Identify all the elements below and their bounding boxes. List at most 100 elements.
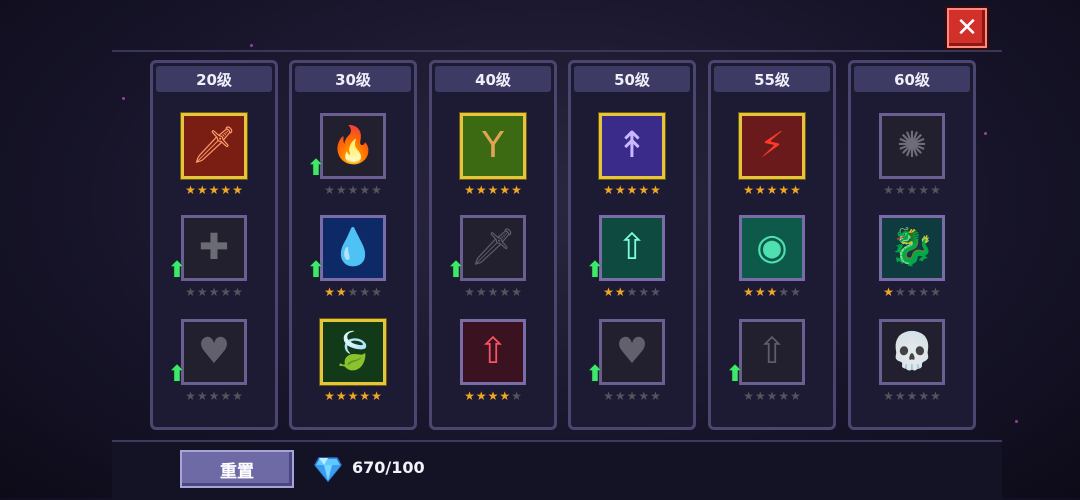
star-icon: ★ [930,183,941,197]
skill-slot[interactable]: 💧 ★ ★ ★ ★ ★ ⬆ [307,215,388,305]
skill-slot[interactable]: ⇧ ★ ★ ★ ★ ★ ⬆ [586,215,667,305]
skill-slot[interactable]: ✺ ★ ★ ★ ★ ★ [877,113,947,203]
lightning-icon: ⚡ [759,125,785,166]
star-icon: ★ [232,389,243,403]
star-icon: ★ [475,183,487,197]
star-icon: ★ [499,183,511,197]
skill-icon-frame: 🐉 [879,215,945,281]
skill-slot[interactable]: Y ★ ★ ★ ★ ★ [458,113,528,203]
star-icon: ★ [778,389,790,403]
star-icon: ★ [790,389,801,403]
star-icon: ★ [626,389,638,403]
star-icon: ★ [766,183,778,197]
skill-stars: ★ ★ ★ ★ ★ [458,389,528,403]
skill-slot[interactable]: ⇧ ★ ★ ★ ★ ★ ⬆ [726,319,807,409]
star-icon: ★ [614,285,626,299]
skill-slot[interactable]: 🍃 ★ ★ ★ ★ ★ [318,319,388,409]
star-icon: ★ [335,183,347,197]
star-icon: ★ [894,285,906,299]
star-icon: ★ [347,183,359,197]
star-icon: ★ [894,183,906,197]
skill-icon-frame: ⇧ [460,319,526,385]
star-icon: ★ [220,285,232,299]
upgrade-arrow-icon: ⬆ [585,362,605,387]
upgrade-arrow-icon: ⬆ [306,258,326,283]
skill-column: 55级 ⚡ ★ ★ ★ ★ ★ ◉ ★ ★ ★ ★ ★ ⇧ ★ ★ ★ ★ ★ ⬆ [708,60,836,430]
skill-stars: ★ ★ ★ ★ ★ [597,389,667,403]
skill-slot[interactable]: ⇧ ★ ★ ★ ★ ★ [458,319,528,409]
skill-icon-frame: ⇧ [599,215,665,281]
skill-icon-frame: ♥ [181,319,247,385]
skill-icon-frame: ✚ [181,215,247,281]
star-icon: ★ [464,389,475,403]
heart-icon: ♥ [615,331,649,372]
skill-slot[interactable]: ✚ ★ ★ ★ ★ ★ ⬆ [168,215,249,305]
star-icon: ★ [487,389,499,403]
star-icon: ★ [371,285,382,299]
star-icon: ★ [614,389,626,403]
skill-column: 20级 🗡 ★ ★ ★ ★ ★ ✚ ★ ★ ★ ★ ★ ⬆ ♥ ★ ★ ★ ★ ★ ⬆ [150,60,278,430]
star-icon: ★ [196,285,208,299]
star-icon: ★ [918,285,930,299]
star-icon: ★ [359,183,371,197]
skill-slot[interactable]: ♥ ★ ★ ★ ★ ★ ⬆ [586,319,667,409]
star-icon: ★ [778,285,790,299]
level-header: 50级 [574,66,690,92]
skill-slot[interactable]: ↟ ★ ★ ★ ★ ★ [597,113,667,203]
diamond-icon [314,457,342,482]
star-icon: ★ [487,183,499,197]
skill-slot[interactable]: 🐉 ★ ★ ★ ★ ★ [877,215,947,305]
shield-cross-icon: ✚ [198,227,230,268]
skill-icon-frame: ⇧ [739,319,805,385]
star-icon: ★ [930,285,941,299]
star-icon: ★ [603,183,614,197]
skill-icon-frame: 🗡 [460,215,526,281]
skill-slot[interactable]: 🗡 ★ ★ ★ ★ ★ ⬆ [447,215,528,305]
upgrade-arrow-icon: ⬆ [167,362,187,387]
star-icon: ★ [475,389,487,403]
arrows-rain-icon: ↟ [616,125,648,166]
fire-drop-icon: 🔥 [330,125,376,166]
upgrade-arrow-icon: ⬆ [725,362,745,387]
star-icon: ★ [335,285,347,299]
close-button[interactable]: ✕ [947,8,987,48]
star-icon: ★ [790,183,801,197]
skill-stars: ★ ★ ★ ★ ★ [737,389,807,403]
skill-slot[interactable]: 🔥 ★ ★ ★ ★ ★ ⬆ [307,113,388,203]
star-icon: ★ [232,285,243,299]
skill-stars: ★ ★ ★ ★ ★ [318,389,388,403]
skill-stars: ★ ★ ★ ★ ★ [179,285,249,299]
leaf-icon: 🍃 [330,331,376,372]
star-icon: ★ [499,285,511,299]
star-icon: ★ [196,183,208,197]
star-icon: ★ [754,285,766,299]
level-header: 60级 [854,66,970,92]
star-icon: ★ [499,389,511,403]
star-icon: ★ [650,183,661,197]
star-icon: ★ [883,285,894,299]
skill-slot[interactable]: ◉ ★ ★ ★ ★ ★ [737,215,807,305]
skill-column: 40级 Y ★ ★ ★ ★ ★ 🗡 ★ ★ ★ ★ ★ ⬆ ⇧ ★ ★ ★ ★ ★ [429,60,557,430]
skill-stars: ★ ★ ★ ★ ★ [458,183,528,197]
skill-slot[interactable]: ♥ ★ ★ ★ ★ ★ ⬆ [168,319,249,409]
upgrade-arrow-icon: ⬆ [306,156,326,181]
arrow-up-icon: ⇧ [616,227,648,268]
upgrade-arrow-icon: ⬆ [585,258,605,283]
star-icon: ★ [464,285,475,299]
star-icon: ★ [208,389,220,403]
star-icon: ★ [347,285,359,299]
star-icon: ★ [475,285,487,299]
skill-slot[interactable]: 💀 ★ ★ ★ ★ ★ [877,319,947,409]
skill-column: 60级 ✺ ★ ★ ★ ★ ★ 🐉 ★ ★ ★ ★ ★ 💀 ★ ★ ★ ★ ★ [848,60,976,430]
skill-stars: ★ ★ ★ ★ ★ [877,183,947,197]
skill-icon-frame: ♥ [599,319,665,385]
skill-slot[interactable]: ⚡ ★ ★ ★ ★ ★ [737,113,807,203]
reset-button[interactable]: 重置 [180,450,294,488]
slingshot-icon: Y [482,125,504,166]
star-icon: ★ [196,389,208,403]
star-icon: ★ [324,183,335,197]
upgrade-arrow-icon: ⬆ [446,258,466,283]
star-icon: ★ [754,389,766,403]
skill-slot[interactable]: 🗡 ★ ★ ★ ★ ★ [179,113,249,203]
star-icon: ★ [324,389,335,403]
